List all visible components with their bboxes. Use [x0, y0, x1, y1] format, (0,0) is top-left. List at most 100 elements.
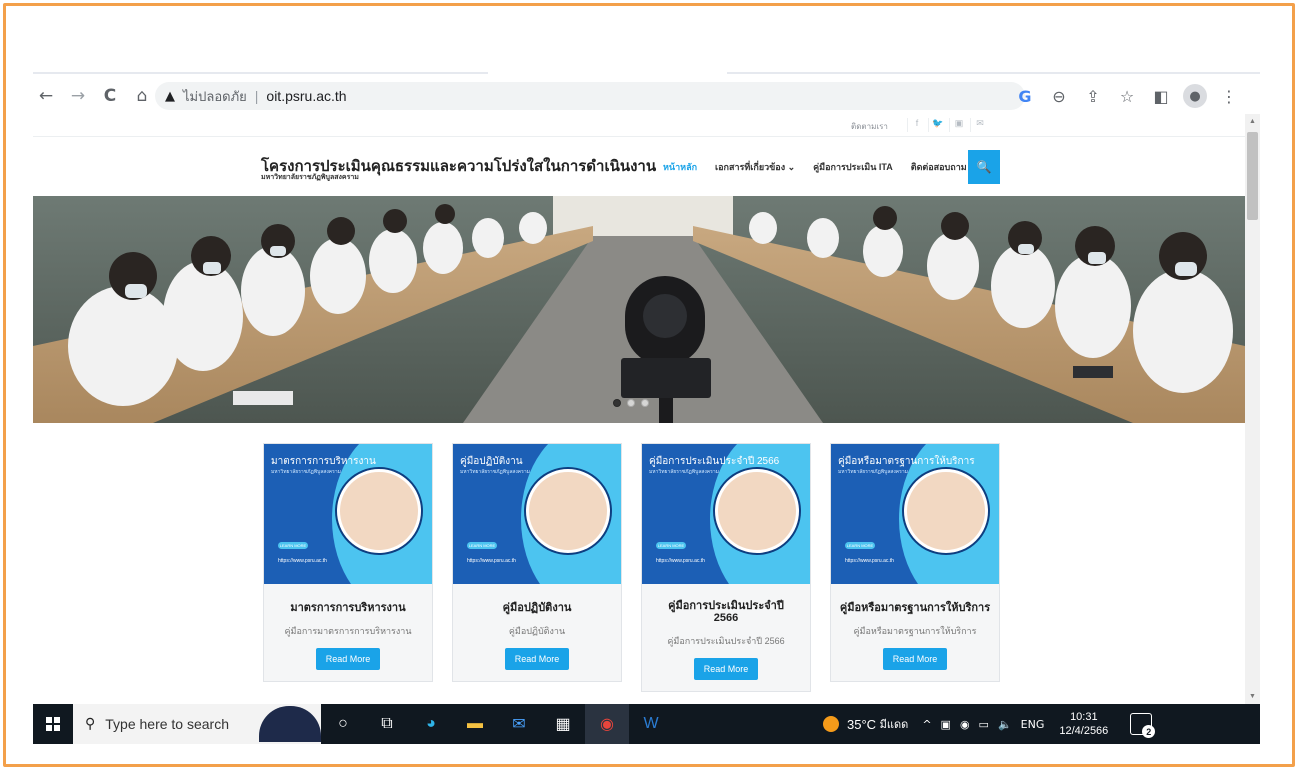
search-button[interactable]: 🔍 [968, 150, 1000, 184]
back-icon[interactable]: ← [33, 83, 59, 109]
thumb-photo [904, 469, 988, 553]
nav-home[interactable]: หน้าหลัก [663, 160, 697, 174]
card-thumbnail[interactable]: คู่มือหรือมาตรฐานการให้บริการ มหาวิทยาลั… [831, 444, 999, 584]
forward-icon[interactable]: → [65, 83, 91, 109]
language-indicator[interactable]: ENG [1021, 718, 1045, 731]
card-work-manual: คู่มือปฏิบัติงาน มหาวิทยาลัยราชภัฏพิบูลส… [452, 443, 622, 682]
file-explorer-icon[interactable]: ▬ [453, 704, 497, 744]
nav-documents[interactable]: เอกสารที่เกี่ยวข้อง ⌄ [715, 160, 795, 174]
nav-ita-manual[interactable]: คู่มือการประเมิน ITA [813, 160, 893, 174]
read-more-button[interactable]: Read More [882, 648, 948, 670]
thumb-learn-more: LEARN MORE [845, 542, 875, 549]
thumb-website: https://www.psru.ac.th [845, 558, 894, 564]
profile-icon[interactable]: ● [1182, 83, 1208, 109]
windows-taskbar: ⚲ Type here to search ○ ⧉ ◕ ▬ ✉ ▦ ◉ W 35… [33, 704, 1260, 744]
email-icon[interactable]: ✉ [970, 118, 989, 132]
search-icon: 🔍 [976, 160, 992, 174]
share-icon[interactable]: ⇪ [1080, 83, 1106, 109]
insecure-label: ไม่ปลอดภัย [183, 88, 247, 104]
taskbar-search[interactable]: ⚲ Type here to search [73, 704, 321, 744]
card-title[interactable]: คู่มือการประเมินประจำปี 2566 [660, 600, 792, 624]
card-thumbnail[interactable]: มาตรการการบริหารงาน มหาวิทยาลัยราชภัฏพิบ… [264, 444, 432, 584]
page-scrollbar[interactable]: ▲ ▼ [1245, 114, 1260, 704]
card-annual-assessment: คู่มือการประเมินประจำปี 2566 มหาวิทยาลัย… [641, 443, 811, 692]
read-more-button[interactable]: Read More [693, 658, 759, 680]
read-more-button[interactable]: Read More [504, 648, 570, 670]
thumb-title: มาตรการการบริหารงาน [271, 456, 376, 467]
toolbar-right-icons: G ⊖ ⇪ ☆ ◧ ● ⋮ [1012, 83, 1250, 109]
menu-icon[interactable]: ⋮ [1216, 83, 1242, 109]
notification-count: 2 [1142, 725, 1156, 738]
chrome-icon[interactable]: ◉ [585, 704, 629, 744]
twitter-icon[interactable]: 🐦 [928, 118, 947, 132]
card-management-measures: มาตรการการบริหารงาน มหาวิทยาลัยราชภัฏพิบ… [263, 443, 433, 682]
thumb-website: https://www.psru.ac.th [278, 558, 327, 564]
youtube-icon[interactable]: ▣ [949, 118, 968, 132]
carousel-dot-3[interactable] [641, 399, 649, 407]
url-text: oit.psru.ac.th [266, 88, 347, 104]
thumb-title: คู่มือหรือมาตรฐานการให้บริการ [838, 456, 975, 467]
cortana-icon[interactable]: ○ [321, 704, 365, 744]
bookmark-star-icon[interactable]: ☆ [1114, 83, 1140, 109]
thumb-photo [337, 469, 421, 553]
notification-icon[interactable]: 2 [1130, 713, 1156, 738]
google-icon[interactable]: G [1012, 83, 1038, 109]
sun-icon [823, 716, 839, 732]
network-icon[interactable]: ◉ [960, 718, 970, 731]
site-subtitle: มหาวิทยาลัยราชภัฏพิบูลสงคราม [261, 174, 359, 181]
follow-us-label: ติดตามเรา [851, 122, 888, 131]
thumb-photo [526, 469, 610, 553]
card-thumbnail[interactable]: คู่มือปฏิบัติงาน มหาวิทยาลัยราชภัฏพิบูลส… [453, 444, 621, 584]
tab-strip-left [33, 72, 488, 74]
card-description: คู่มือหรือมาตรฐานการให้บริการ [853, 626, 977, 636]
zoom-icon[interactable]: ⊖ [1046, 83, 1072, 109]
side-panel-icon[interactable]: ◧ [1148, 83, 1174, 109]
card-thumbnail[interactable]: คู่มือการประเมินประจำปี 2566 มหาวิทยาลัย… [642, 444, 810, 584]
thumb-learn-more: LEARN MORE [467, 542, 497, 549]
tab-strip-right [727, 72, 1260, 74]
weather-widget[interactable]: 35°C มีแดด [823, 715, 908, 733]
word-icon[interactable]: W [629, 704, 673, 744]
thumb-website: https://www.psru.ac.th [656, 558, 705, 564]
card-title[interactable]: คู่มือปฏิบัติงาน [453, 602, 621, 614]
store-icon[interactable]: ▦ [541, 704, 585, 744]
task-view-icon[interactable]: ⧉ [365, 704, 409, 744]
volume-icon[interactable]: 🔈 [998, 718, 1012, 731]
meet-icon[interactable]: ▣ [941, 718, 951, 731]
card-description: คู่มือการมาตรการการบริหารงาน [284, 626, 412, 636]
nav-contact[interactable]: ติดต่อสอบถาม [911, 160, 967, 174]
home-icon[interactable]: ⌂ [129, 83, 155, 109]
card-title[interactable]: มาตรการการบริหารงาน [264, 602, 432, 614]
carousel-dot-1[interactable] [613, 399, 621, 407]
thumb-subtitle: มหาวิทยาลัยราชภัฏพิบูลสงคราม [649, 469, 719, 475]
search-highlight-image [259, 706, 321, 742]
main-nav: หน้าหลัก เอกสารที่เกี่ยวข้อง ⌄ คู่มือการ… [663, 160, 985, 174]
reload-icon[interactable]: C [97, 83, 123, 109]
scroll-down-icon[interactable]: ▼ [1249, 693, 1256, 700]
omnibox-separator: | [254, 88, 259, 104]
mail-icon[interactable]: ✉ [497, 704, 541, 744]
tray-expand-icon[interactable]: ^ [922, 718, 931, 731]
search-icon: ⚲ [85, 716, 96, 732]
battery-icon[interactable]: ▭ [979, 718, 989, 731]
card-title[interactable]: คู่มือหรือมาตรฐานการให้บริการ [831, 602, 999, 614]
system-tray: ^ ▣ ◉ ▭ 🔈 ENG [922, 718, 1053, 731]
clock-date: 12/4/2566 [1059, 725, 1109, 737]
hero-banner [33, 196, 1245, 423]
taskbar-search-placeholder: Type here to search [105, 716, 230, 732]
weather-condition: มีแดด [879, 719, 909, 731]
profile-avatar: ● [1183, 84, 1207, 108]
carousel-dot-2[interactable] [627, 399, 635, 407]
address-bar[interactable]: ▲ ไม่ปลอดภัย | oit.psru.ac.th [155, 82, 1025, 110]
thumb-title: คู่มือปฏิบัติงาน [460, 456, 523, 467]
read-more-button[interactable]: Read More [315, 648, 381, 670]
start-button[interactable] [33, 704, 73, 744]
edge-icon[interactable]: ◕ [409, 704, 453, 744]
thumb-learn-more: LEARN MORE [278, 542, 308, 549]
facebook-icon[interactable]: f [907, 118, 926, 132]
clock[interactable]: 10:31 12/4/2566 [1059, 710, 1108, 738]
scroll-up-icon[interactable]: ▲ [1249, 118, 1256, 125]
page-topbar: ติดตามเรา f 🐦 ▣ ✉ [33, 114, 1245, 137]
thumb-website: https://www.psru.ac.th [467, 558, 516, 564]
scroll-thumb[interactable] [1247, 132, 1258, 220]
